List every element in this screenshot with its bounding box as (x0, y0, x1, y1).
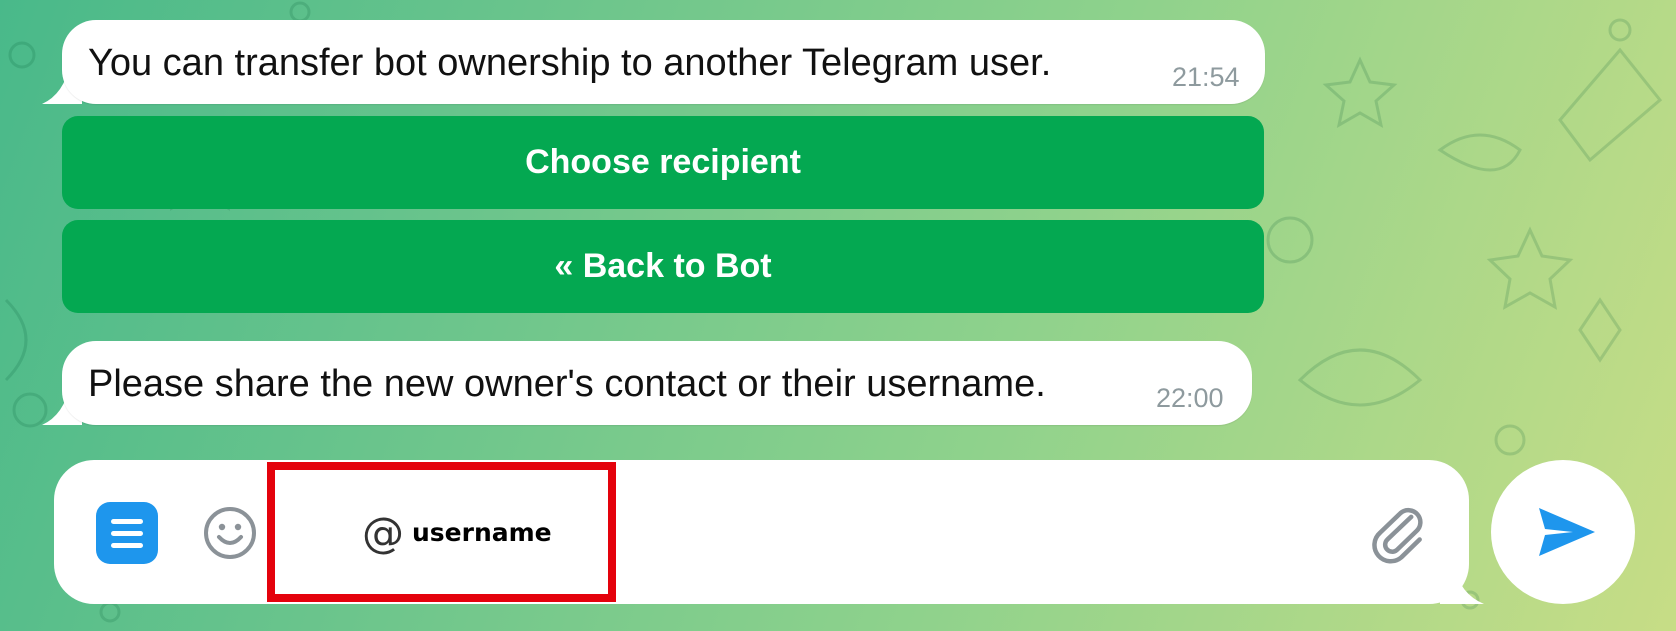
message-text: You can transfer bot ownership to anothe… (88, 42, 1052, 84)
message-bubble: Please share the new owner's contact or … (62, 341, 1252, 425)
back-to-bot-button[interactable]: « Back to Bot (62, 220, 1264, 313)
paperclip-icon[interactable] (1370, 504, 1426, 569)
send-icon (1539, 508, 1595, 556)
send-button[interactable] (1491, 460, 1635, 604)
bot-menu-button[interactable] (96, 502, 158, 564)
message-time: 21:54 (1172, 62, 1240, 92)
highlight-box (267, 462, 616, 602)
message-text: Please share the new owner's contact or … (88, 363, 1046, 405)
emoji-icon[interactable] (202, 505, 258, 566)
choose-recipient-button[interactable]: Choose recipient (62, 116, 1264, 209)
message-time: 22:00 (1156, 383, 1224, 413)
message-bubble: You can transfer bot ownership to anothe… (62, 20, 1265, 104)
